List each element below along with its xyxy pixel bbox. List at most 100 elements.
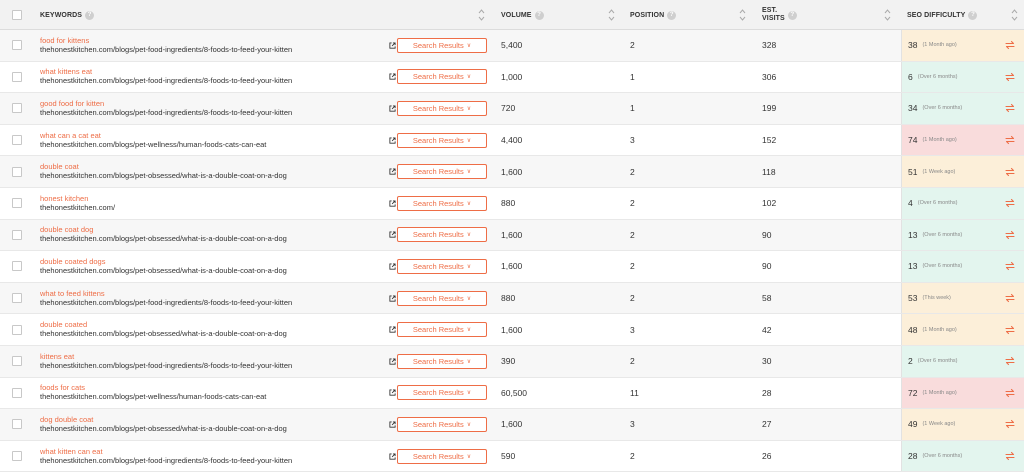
volume-value: 4,400 bbox=[501, 135, 523, 146]
header-volume[interactable]: VOLUME ? bbox=[501, 0, 544, 30]
chevron-down-icon: ∨ bbox=[466, 137, 472, 144]
row-select-cell bbox=[0, 220, 34, 251]
search-results-button[interactable]: Search Results ∨ bbox=[397, 164, 487, 180]
row-select-cell bbox=[0, 346, 34, 377]
ranking-url: thehonestkitchen.com/blogs/pet-food-ingr… bbox=[40, 76, 293, 86]
refresh-icon[interactable] bbox=[1004, 355, 1016, 367]
refresh-icon[interactable] bbox=[1004, 387, 1016, 399]
chevron-down-icon: ∨ bbox=[466, 74, 472, 81]
search-results-button[interactable]: Search Results ∨ bbox=[397, 195, 487, 211]
search-results-button[interactable]: Search Results ∨ bbox=[397, 227, 487, 243]
search-results-button[interactable]: Search Results ∨ bbox=[397, 353, 487, 369]
search-results-button[interactable]: Search Results ∨ bbox=[397, 416, 487, 432]
keyword-link[interactable]: double coat bbox=[40, 162, 79, 171]
sort-icon[interactable] bbox=[608, 8, 615, 22]
keyword-link[interactable]: good food for kitten bbox=[40, 99, 104, 108]
keyword-link[interactable]: double coated dogs bbox=[40, 257, 105, 266]
table-row: double coat thehonestkitchen.com/blogs/pe… bbox=[0, 156, 1024, 188]
seo-difficulty-value: 72 bbox=[908, 387, 918, 398]
keyword-link[interactable]: food for kittens bbox=[40, 36, 89, 45]
row-checkbox[interactable] bbox=[12, 71, 22, 82]
search-results-button[interactable]: Search Results ∨ bbox=[397, 448, 487, 464]
search-results-button[interactable]: Search Results ∨ bbox=[397, 258, 487, 274]
seo-difficulty-value: 13 bbox=[908, 229, 918, 240]
help-icon[interactable]: ? bbox=[667, 10, 677, 20]
keyword-link[interactable]: what to feed kittens bbox=[40, 289, 105, 298]
seo-difficulty-value: 53 bbox=[908, 293, 918, 304]
header-position[interactable]: POSITION ? bbox=[630, 0, 677, 30]
keyword-link[interactable]: what kittens eat bbox=[40, 67, 92, 76]
search-results-label: Search Results bbox=[412, 293, 464, 303]
row-checkbox[interactable] bbox=[12, 40, 22, 51]
search-results-cell: Search Results ∨ bbox=[397, 62, 487, 93]
sort-icon[interactable] bbox=[884, 8, 891, 22]
row-checkbox[interactable] bbox=[12, 419, 22, 430]
search-results-button[interactable]: Search Results ∨ bbox=[397, 132, 487, 148]
visits-value: 152 bbox=[762, 135, 777, 146]
header-keywords[interactable]: KEYWORDS ? bbox=[40, 0, 95, 30]
keyword-link[interactable]: dog double coat bbox=[40, 415, 93, 424]
help-icon[interactable]: ? bbox=[968, 10, 978, 20]
seo-difficulty-timestamp: (Over 6 months) bbox=[917, 200, 958, 207]
row-checkbox[interactable] bbox=[12, 261, 22, 272]
row-checkbox[interactable] bbox=[12, 103, 22, 114]
position-value: 2 bbox=[630, 261, 635, 272]
refresh-icon[interactable] bbox=[1004, 450, 1016, 462]
row-checkbox[interactable] bbox=[12, 198, 22, 209]
seo-difficulty-value: 38 bbox=[908, 40, 918, 51]
keyword-link[interactable]: what kitten can eat bbox=[40, 447, 103, 456]
keyword-link[interactable]: honest kitchen bbox=[40, 194, 88, 203]
select-all-checkbox[interactable] bbox=[12, 9, 22, 20]
seo-difficulty-timestamp: (This week) bbox=[922, 295, 951, 302]
refresh-icon[interactable] bbox=[1004, 260, 1016, 272]
search-results-button[interactable]: Search Results ∨ bbox=[397, 322, 487, 338]
refresh-icon[interactable] bbox=[1004, 292, 1016, 304]
help-icon[interactable]: ? bbox=[787, 10, 797, 20]
refresh-icon[interactable] bbox=[1004, 418, 1016, 430]
keyword-link[interactable]: double coated bbox=[40, 320, 87, 329]
search-results-button[interactable]: Search Results ∨ bbox=[397, 37, 487, 53]
chevron-down-icon: ∨ bbox=[466, 263, 472, 270]
search-results-button[interactable]: Search Results ∨ bbox=[397, 100, 487, 116]
help-icon[interactable]: ? bbox=[85, 10, 95, 20]
chevron-down-icon: ∨ bbox=[466, 169, 472, 176]
row-checkbox[interactable] bbox=[12, 451, 22, 462]
row-checkbox[interactable] bbox=[12, 387, 22, 398]
seo-difficulty-timestamp: (Over 6 months) bbox=[922, 263, 963, 270]
keyword-link[interactable]: foods for cats bbox=[40, 383, 85, 392]
search-results-button[interactable]: Search Results ∨ bbox=[397, 385, 487, 401]
refresh-icon[interactable] bbox=[1004, 324, 1016, 336]
search-results-button[interactable]: Search Results ∨ bbox=[397, 69, 487, 85]
row-checkbox[interactable] bbox=[12, 356, 22, 367]
refresh-icon[interactable] bbox=[1004, 166, 1016, 178]
search-results-button[interactable]: Search Results ∨ bbox=[397, 290, 487, 306]
refresh-icon[interactable] bbox=[1004, 71, 1016, 83]
row-select-cell bbox=[0, 314, 34, 345]
row-checkbox[interactable] bbox=[12, 324, 22, 335]
volume-value: 1,600 bbox=[501, 166, 523, 177]
visits-value: 90 bbox=[762, 229, 772, 240]
keyword-link[interactable]: double coat dog bbox=[40, 225, 93, 234]
volume-value: 590 bbox=[501, 451, 516, 462]
header-seo-difficulty[interactable]: SEO DIFFICULTY ? bbox=[907, 0, 978, 30]
sort-icon[interactable] bbox=[478, 8, 485, 22]
visits-value: 328 bbox=[762, 40, 777, 51]
ranking-url: thehonestkitchen.com/blogs/pet-food-ingr… bbox=[40, 107, 293, 117]
row-checkbox[interactable] bbox=[12, 166, 22, 177]
keyword-link[interactable]: kittens eat bbox=[40, 352, 74, 361]
refresh-icon[interactable] bbox=[1004, 134, 1016, 146]
refresh-icon[interactable] bbox=[1004, 102, 1016, 114]
position-value: 2 bbox=[630, 293, 635, 304]
refresh-icon[interactable] bbox=[1004, 39, 1016, 51]
visits-value: 306 bbox=[762, 71, 777, 82]
refresh-icon[interactable] bbox=[1004, 229, 1016, 241]
keyword-link[interactable]: what can a cat eat bbox=[40, 131, 101, 140]
row-checkbox[interactable] bbox=[12, 229, 22, 240]
refresh-icon[interactable] bbox=[1004, 197, 1016, 209]
sort-icon[interactable] bbox=[739, 8, 746, 22]
help-icon[interactable]: ? bbox=[534, 10, 544, 20]
sort-icon[interactable] bbox=[1011, 8, 1018, 22]
row-checkbox[interactable] bbox=[12, 293, 22, 304]
row-checkbox[interactable] bbox=[12, 135, 22, 146]
header-visits[interactable]: EST. VISITS ? bbox=[762, 0, 797, 30]
